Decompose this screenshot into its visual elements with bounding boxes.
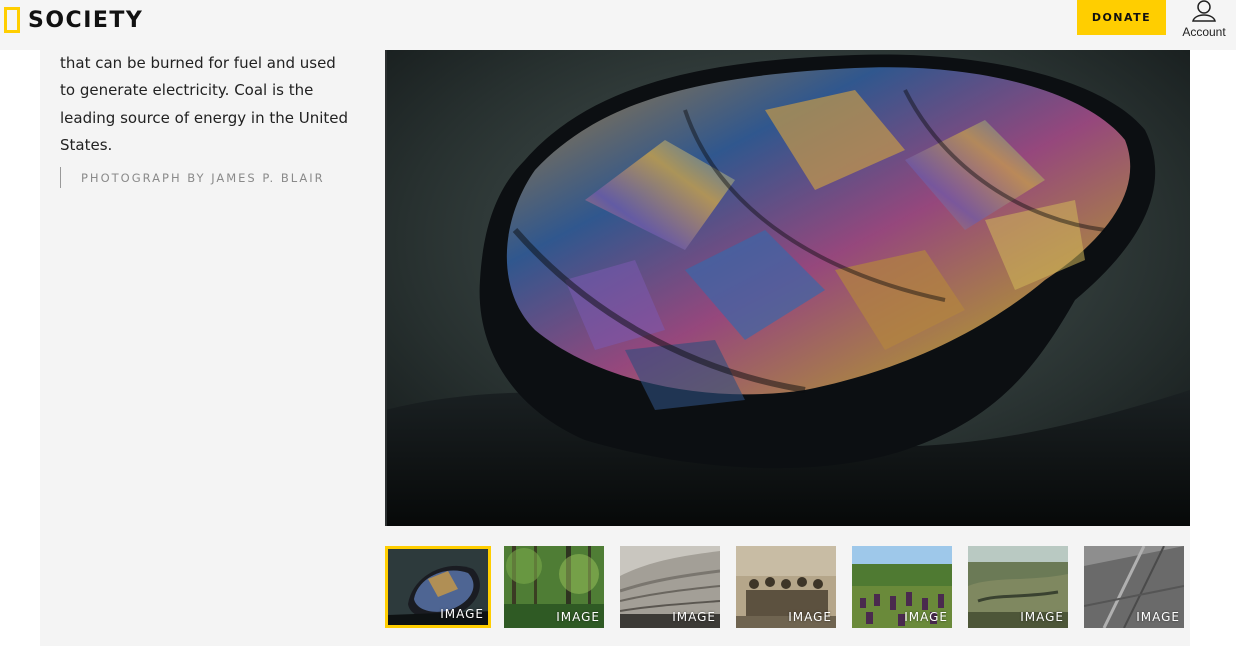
donate-button[interactable]: DONATE [1077, 0, 1166, 35]
thumbnail-label: IMAGE [672, 610, 716, 624]
thumbnail-peat-field[interactable]: IMAGE [852, 546, 952, 628]
thumbnail-label: IMAGE [440, 607, 484, 621]
main-gallery-image[interactable] [385, 50, 1190, 526]
image-caption: that can be burned for fuel and used to … [60, 54, 349, 154]
thumbnail-forest[interactable]: IMAGE [504, 546, 604, 628]
site-logo[interactable]: SOCIETY [4, 6, 143, 34]
account-label: Account [1182, 25, 1226, 39]
account-button[interactable]: Account [1176, 0, 1232, 46]
logo-text: SOCIETY [28, 7, 144, 33]
user-icon [1192, 0, 1216, 22]
thumbnail-strip: IMAGE IMAGE IMAGE IMAGE IMAGE IMAGE IMAG… [385, 546, 1190, 628]
thumbnail-label: IMAGE [788, 610, 832, 624]
thumbnail-mine-aerial[interactable]: IMAGE [1084, 546, 1184, 628]
thumbnail-label: IMAGE [904, 610, 948, 624]
logo-yellow-border-icon [4, 7, 20, 33]
thumbnail-rock-strata[interactable]: IMAGE [620, 546, 720, 628]
coal-photo [385, 50, 1190, 526]
photo-credit: PHOTOGRAPH BY JAMES P. BLAIR [60, 167, 325, 188]
photo-credit-text: PHOTOGRAPH BY JAMES P. BLAIR [81, 170, 325, 185]
thumbnail-miners[interactable]: IMAGE [736, 546, 836, 628]
thumbnail-coal[interactable]: IMAGE [385, 546, 491, 628]
thumbnail-label: IMAGE [1020, 610, 1064, 624]
thumbnail-landscape[interactable]: IMAGE [968, 546, 1068, 628]
thumbnail-label: IMAGE [1136, 610, 1180, 624]
site-header: SOCIETY DONATE Account [0, 0, 1236, 50]
thumbnail-label: IMAGE [556, 610, 600, 624]
